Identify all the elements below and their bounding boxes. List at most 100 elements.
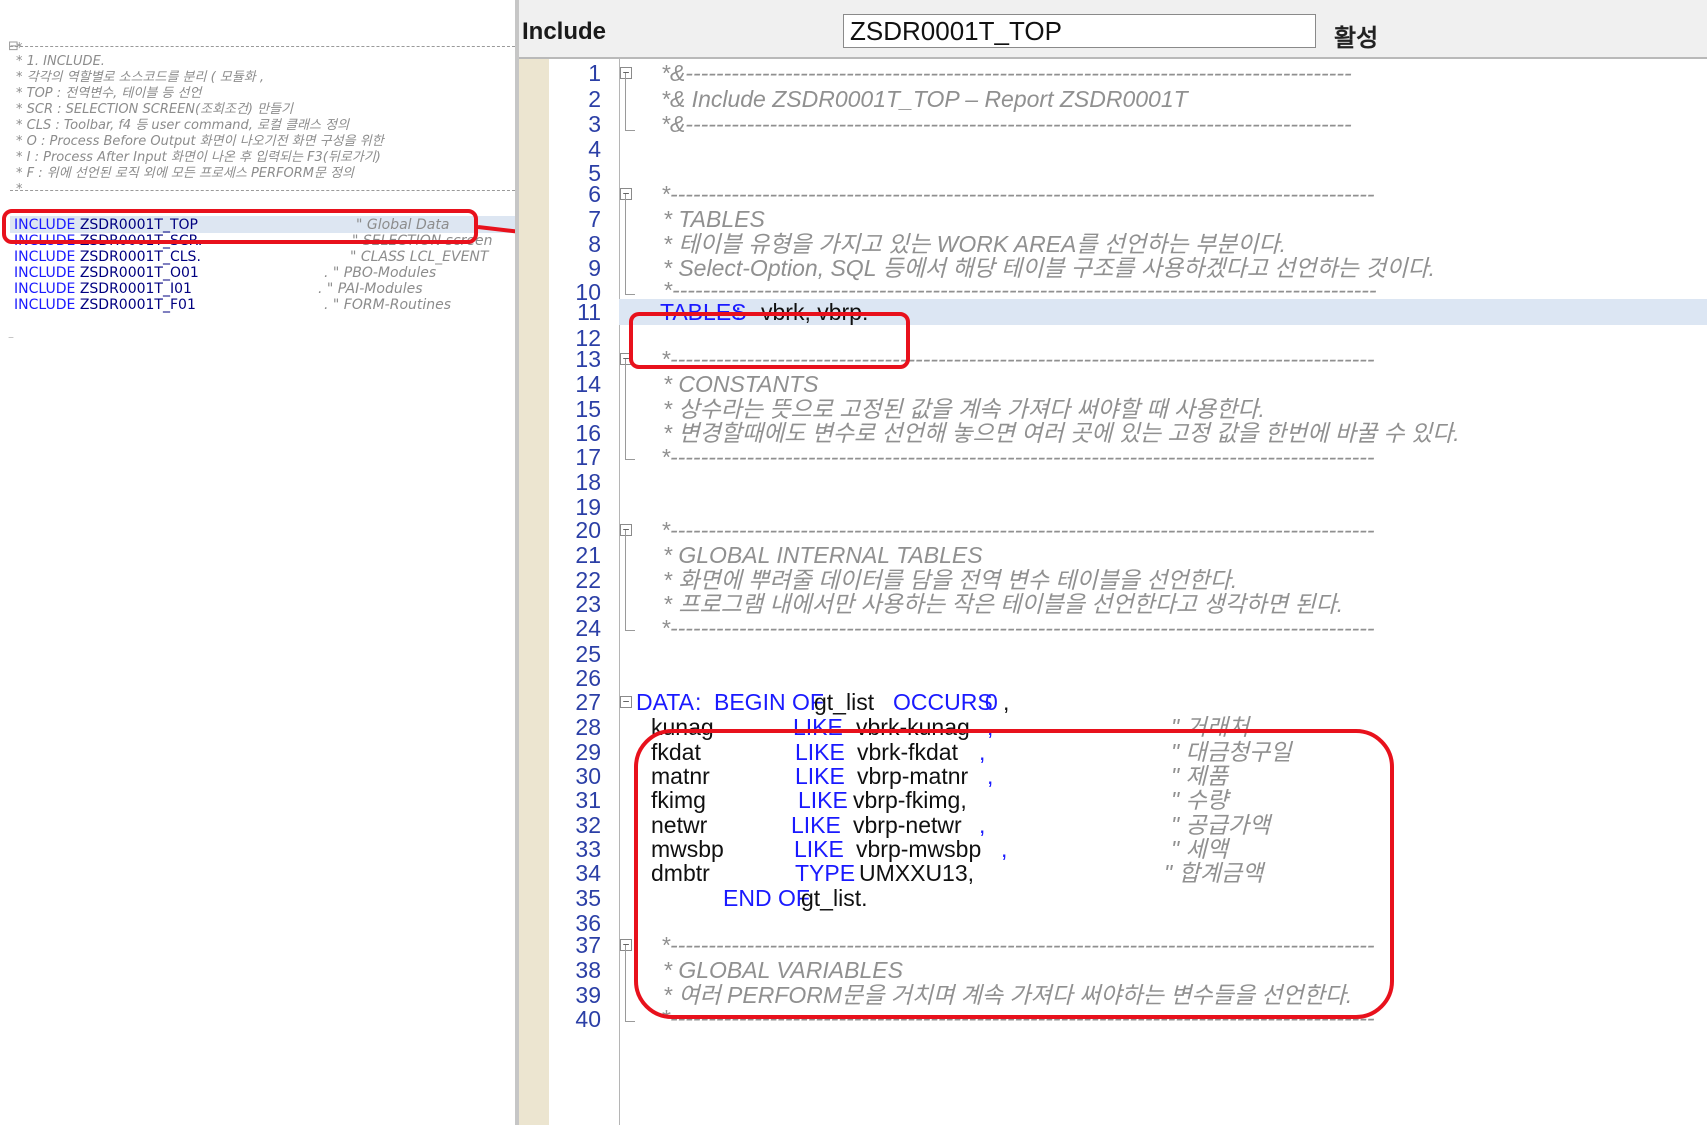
line-number: 3 xyxy=(588,111,601,137)
status-label: 활성 xyxy=(1334,24,1379,52)
include-keyword: INCLUDE xyxy=(14,281,80,297)
line-number: 9 xyxy=(588,255,601,281)
line-number: 34 xyxy=(575,860,601,886)
fold-bracket xyxy=(625,359,635,460)
line-number: 24 xyxy=(575,615,601,641)
annotation-box-data-block xyxy=(634,729,1394,1019)
table-name: gt_list xyxy=(814,689,875,715)
line-number: 29 xyxy=(575,739,601,765)
comment-text: * CONSTANTS xyxy=(663,371,819,397)
include-line[interactable]: INCLUDE ZSDR0001T_F01 . " FORM-Routines xyxy=(14,297,451,313)
editor-gutter xyxy=(519,59,550,1125)
line-number: 16 xyxy=(575,420,601,446)
line-number: 25 xyxy=(575,641,601,667)
line-number: 33 xyxy=(575,836,601,862)
line-number: 13 xyxy=(575,346,601,372)
keyword-data: DATA xyxy=(636,689,694,715)
include-name: ZSDR0001T_O01 xyxy=(79,265,199,281)
line-number: 1 xyxy=(588,60,601,86)
program-name-field[interactable]: ZSDR0001T_TOP xyxy=(843,14,1316,48)
comment-line: * TOP : 전역변수, 테이블 등 선언 xyxy=(16,86,202,101)
code-line: * TABLES xyxy=(619,206,1707,232)
line-number: 11 xyxy=(577,299,601,325)
line-number: 20 xyxy=(575,517,601,543)
occurs-value: 0 xyxy=(985,689,998,715)
line-number: 30 xyxy=(575,763,601,789)
line-number: 23 xyxy=(575,591,601,617)
keyword-occurs: OCCURS xyxy=(893,689,993,715)
comment-text: * TABLES xyxy=(663,206,765,232)
code-line: *---------------------------------------… xyxy=(619,615,1707,641)
code-line: *&--------------------------------------… xyxy=(619,111,1707,137)
comment-text: * 상수라는 뜻으로 고정된 값을 계속 가져다 써야할 때 사용한다. xyxy=(663,396,1265,422)
annotation-box-tables xyxy=(629,312,910,369)
line-number: 14 xyxy=(575,371,601,397)
trailing-mark: – xyxy=(8,330,14,344)
comment-line: * O : Process Before Output 화면이 나오기전 화면 … xyxy=(16,134,384,149)
line-number: 35 xyxy=(575,885,601,911)
fold-toggle[interactable]: − xyxy=(620,696,632,708)
left-editor-panel: ⊟ * * 1. INCLUDE. * 각각의 역할별로 소스코드를 분리 ( … xyxy=(0,0,515,1125)
line-number: 40 xyxy=(575,1006,601,1032)
comment-line: * 각각의 역할별로 소스코드를 분리 ( 모듈화 , xyxy=(16,70,264,85)
code-line: * GLOBAL INTERNAL TABLES xyxy=(619,542,1707,568)
code-line: * 프로그램 내에서만 사용하는 작은 테이블을 선언한다고 생각하면 된다. xyxy=(619,591,1707,617)
line-number: 8 xyxy=(588,231,601,257)
comment-line: * F : 위에 선언된 로직 외에 모든 프로세스 PERFORM문 정의 xyxy=(16,166,355,181)
include-label: Include xyxy=(522,18,607,45)
include-keyword: INCLUDE xyxy=(14,249,80,265)
line-number: 31 xyxy=(575,787,601,813)
comment-line: * SCR : SELECTION SCREEN(조회조건) 만들기 xyxy=(16,102,294,117)
main-editor-panel: Include ZSDR0001T_TOP 활성 1 2 3 4 5 6 7 8 9 10 11 12… xyxy=(519,0,1707,1125)
include-name: ZSDR0001T_CLS. xyxy=(79,249,201,265)
line-number: 21 xyxy=(575,542,601,568)
include-name: ZSDR0001T_F01 xyxy=(79,297,196,313)
comment-text: *---------------------------------------… xyxy=(661,181,1375,207)
code-line: * 테이블 유형을 가지고 있는 WORK AREA를 선언하는 부분이다. xyxy=(619,231,1707,257)
line-number: 18 xyxy=(575,469,601,495)
comment-separator xyxy=(10,46,515,47)
line-number: 22 xyxy=(575,567,601,593)
include-name: ZSDR0001T_I01 xyxy=(79,281,192,297)
line-number: 2 xyxy=(588,86,601,112)
line-number: 27 xyxy=(575,689,601,715)
comment-text: *&--------------------------------------… xyxy=(661,111,1352,137)
colon: : xyxy=(695,689,702,715)
comment-text: *---------------------------------------… xyxy=(661,517,1375,543)
fold-bracket xyxy=(625,530,635,631)
line-number: 38 xyxy=(575,957,601,983)
line-number-column: 1 2 3 4 5 6 7 8 9 10 11 12 13 14 15 16 17 18 19 20 21 22 23 24 2… xyxy=(549,59,619,1125)
include-keyword: INCLUDE xyxy=(14,297,80,313)
comment-text: *---------------------------------------… xyxy=(661,615,1375,641)
comment-line: * CLS : Toolbar, f4 등 user command, 로컬 클… xyxy=(16,118,350,133)
include-line[interactable]: INCLUDE ZSDR0001T_O01 . " PBO-Modules xyxy=(14,265,436,281)
include-comment: " CLASS LCL_EVENT xyxy=(350,249,489,265)
code-line: *& Include ZSDR0001T_TOP – Report ZSDR00… xyxy=(619,86,1707,112)
code-line: − *-------------------------------------… xyxy=(619,181,1707,207)
comment-text: *& Include ZSDR0001T_TOP – Report ZSDR00… xyxy=(661,86,1188,112)
include-comment: . " PBO-Modules xyxy=(324,265,437,281)
line-number: 39 xyxy=(575,982,601,1008)
line-number: 6 xyxy=(588,181,601,207)
include-comment: . " FORM-Routines xyxy=(324,297,452,313)
line-number: 15 xyxy=(575,396,601,422)
comment-separator xyxy=(10,190,515,191)
comment-text: * 테이블 유형을 가지고 있는 WORK AREA를 선언하는 부분이다. xyxy=(663,231,1286,257)
line-number: 4 xyxy=(588,136,601,162)
comment-text: * 변경할때에도 변수로 선언해 놓으면 여러 곳에 있는 고정 값을 한번에 … xyxy=(663,420,1460,446)
line-number: 32 xyxy=(575,812,601,838)
fold-bracket xyxy=(625,194,635,295)
code-line: − *-------------------------------------… xyxy=(619,517,1707,543)
code-line: − *&------------------------------------… xyxy=(619,60,1707,86)
comment-text: * 화면에 뿌려줄 데이터를 담을 전역 변수 테이블을 선언한다. xyxy=(663,567,1238,593)
editor-toolbar: Include ZSDR0001T_TOP 활성 xyxy=(519,0,1707,59)
fold-bracket xyxy=(625,73,635,131)
include-keyword: INCLUDE xyxy=(14,265,80,281)
code-line: * CONSTANTS xyxy=(619,371,1707,397)
keyword-begin-of: BEGIN OF xyxy=(714,689,824,715)
include-comment: . " PAI-Modules xyxy=(318,281,423,297)
line-number: 17 xyxy=(575,444,601,470)
include-line[interactable]: INCLUDE ZSDR0001T_I01 . " PAI-Modules xyxy=(14,281,423,297)
comment-text: * 프로그램 내에서만 사용하는 작은 테이블을 선언한다고 생각하면 된다. xyxy=(663,591,1344,617)
include-line[interactable]: INCLUDE ZSDR0001T_CLS. " CLASS LCL_EVENT xyxy=(14,249,488,265)
